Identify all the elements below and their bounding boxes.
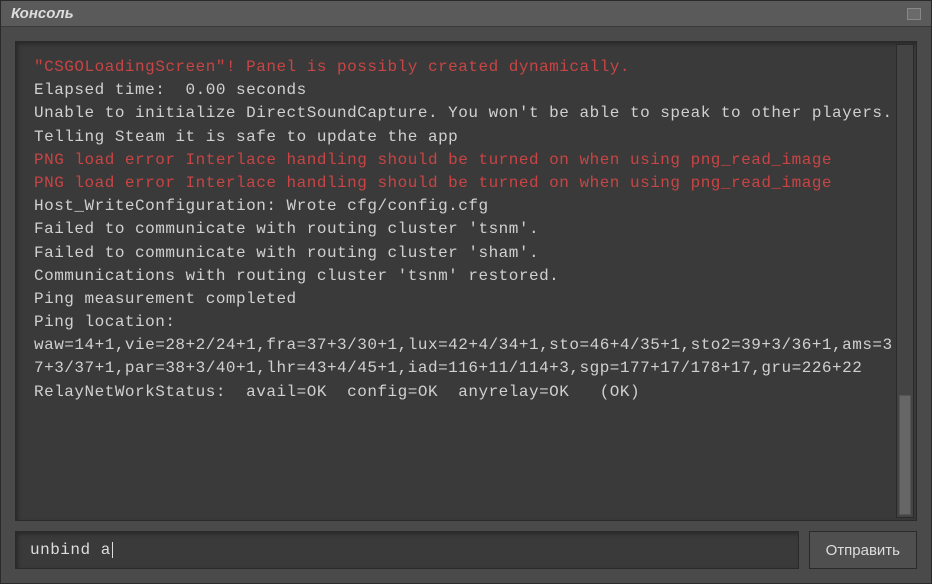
scroll-thumb[interactable] bbox=[899, 395, 911, 515]
console-line: "CSGOLoadingScreen"! Panel is possibly c… bbox=[34, 56, 898, 79]
console-output: "CSGOLoadingScreen"! Panel is possibly c… bbox=[15, 41, 917, 521]
console-input[interactable]: unbind a bbox=[15, 531, 799, 569]
console-line: Host_WriteConfiguration: Wrote cfg/confi… bbox=[34, 195, 898, 218]
window-controls bbox=[907, 8, 921, 20]
window-title: Консоль bbox=[11, 5, 74, 22]
console-line: Ping measurement completed bbox=[34, 288, 898, 311]
console-line: Failed to communicate with routing clust… bbox=[34, 242, 898, 265]
console-line: waw=14+1,vie=28+2/24+1,fra=37+3/30+1,lux… bbox=[34, 334, 898, 380]
input-text: unbind a bbox=[30, 541, 111, 559]
content-area: "CSGOLoadingScreen"! Panel is possibly c… bbox=[1, 27, 931, 583]
console-line: RelayNetWorkStatus: avail=OK config=OK a… bbox=[34, 381, 898, 404]
input-row: unbind a Отправить bbox=[15, 531, 917, 569]
caret-icon bbox=[112, 542, 113, 558]
console-lines: "CSGOLoadingScreen"! Panel is possibly c… bbox=[34, 56, 898, 404]
submit-button[interactable]: Отправить bbox=[809, 531, 917, 569]
console-line: Elapsed time: 0.00 seconds bbox=[34, 79, 898, 102]
console-line: Communications with routing cluster 'tsn… bbox=[34, 265, 898, 288]
minimize-icon[interactable] bbox=[907, 8, 921, 20]
console-window: Консоль "CSGOLoadingScreen"! Panel is po… bbox=[0, 0, 932, 584]
console-line: PNG load error Interlace handling should… bbox=[34, 149, 898, 172]
scrollbar[interactable] bbox=[896, 44, 914, 518]
console-line: Unable to initialize DirectSoundCapture.… bbox=[34, 102, 898, 148]
console-line: PNG load error Interlace handling should… bbox=[34, 172, 898, 195]
console-line: Ping location: bbox=[34, 311, 898, 334]
console-line: Failed to communicate with routing clust… bbox=[34, 218, 898, 241]
titlebar: Консоль bbox=[1, 1, 931, 27]
